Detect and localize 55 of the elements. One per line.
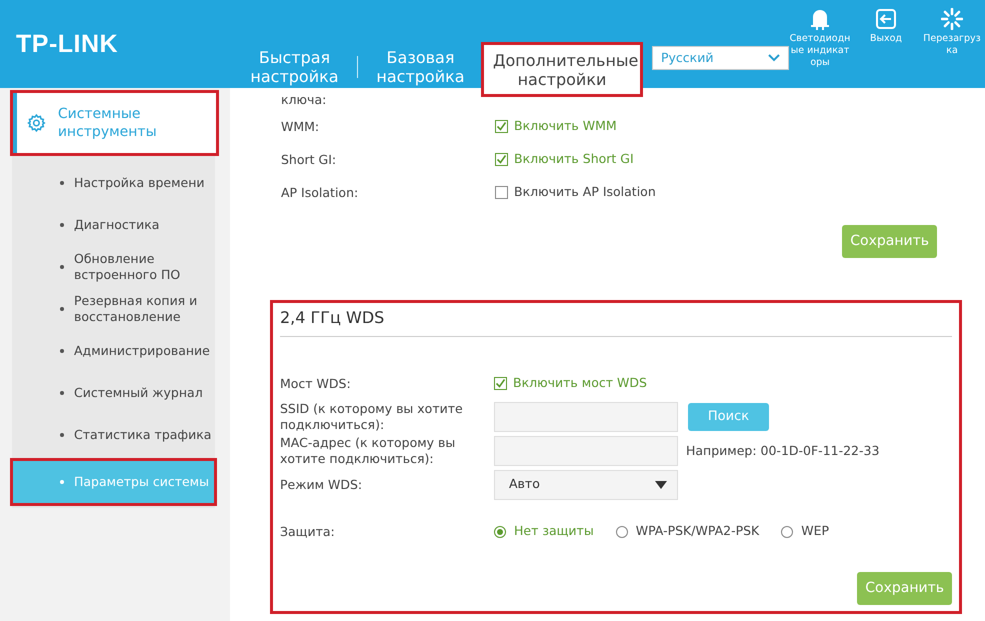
field-label: SSID (к которому вы хотите подключиться): (280, 401, 464, 433)
save-button[interactable]: Сохранить (842, 225, 937, 258)
gear-icon (27, 112, 46, 134)
save-button[interactable]: Сохранить (857, 572, 952, 605)
checkbox[interactable] (494, 377, 507, 390)
sidebar-item[interactable]: Системный журнал (12, 372, 215, 414)
nav-tab[interactable]: Быстрая настройка (232, 44, 357, 90)
sidebar-section[interactable]: Системные инструменты (12, 92, 217, 154)
checkbox-label: Включить AP Isolation (514, 183, 656, 202)
field-label: WMM: (281, 118, 320, 134)
mode-select[interactable]: Авто (494, 470, 678, 500)
field-label: AP Isolation: (281, 184, 360, 200)
radio-option[interactable]: WEP (781, 522, 830, 541)
bulb-icon (811, 8, 829, 30)
field-label: Защита: (280, 524, 336, 540)
language-select[interactable]: Русский (652, 46, 789, 70)
field-label: MAC-адрес (к которому вы хотите подключиться): (280, 435, 456, 467)
sidebar-item[interactable]: Диагностика (12, 204, 215, 246)
sidebar-item[interactable]: Параметры системы (12, 460, 215, 504)
checkbox-label: Включить Short GI (514, 150, 634, 168)
checkbox[interactable] (495, 186, 508, 199)
sidebar-item[interactable]: Настройка времени (12, 162, 215, 204)
spinner-icon (941, 8, 963, 30)
section-label: Системные инструменты (58, 105, 158, 141)
sidebar-item[interactable]: Администрирование (12, 330, 215, 372)
sidebar-item[interactable]: Статистика трафика (12, 414, 215, 456)
field-label: Режим WDS: (280, 476, 364, 492)
action-label: Светодиодные индикаторы (789, 33, 851, 69)
header-action[interactable]: Светодиодные индикаторы (787, 8, 853, 69)
checkbox[interactable] (495, 153, 508, 166)
radio-option[interactable]: Нет защиты (494, 522, 594, 541)
checkbox[interactable] (495, 120, 508, 133)
nav-tab[interactable]: Дополнительные настройки (483, 44, 641, 95)
header-action[interactable]: Выход (853, 8, 919, 69)
text-field[interactable] (494, 402, 678, 432)
field-label: Мост WDS: (280, 376, 352, 392)
action-label: Выход (868, 33, 904, 45)
chevron-down-icon (768, 54, 780, 62)
logo: TP-LINK (16, 29, 118, 60)
text-field[interactable] (494, 436, 678, 466)
caret-icon (655, 480, 667, 488)
hint-text: Например: 00-1D-0F-11-22-33 (686, 442, 880, 460)
section-title: 2,4 ГГц WDS (280, 302, 952, 337)
action-label: Перезагрузка (922, 33, 982, 57)
field-label: Short GI: (281, 152, 338, 168)
sidebar-item[interactable]: Обновление встроенного ПО (12, 246, 215, 288)
radio-option[interactable]: WPA-PSK/WPA2-PSK (616, 522, 760, 541)
nav-tab[interactable]: Базовая настройка (358, 44, 483, 90)
search-button[interactable]: Поиск (688, 403, 769, 431)
header-action[interactable]: Перезагрузка (919, 8, 985, 69)
checkbox-label: Включить мост WDS (513, 374, 647, 392)
sidebar-item[interactable]: Резервная копия и восстановление (12, 288, 215, 330)
field-label: ключа: (281, 92, 328, 108)
exit-icon (875, 8, 897, 30)
checkbox-label: Включить WMM (514, 117, 617, 136)
